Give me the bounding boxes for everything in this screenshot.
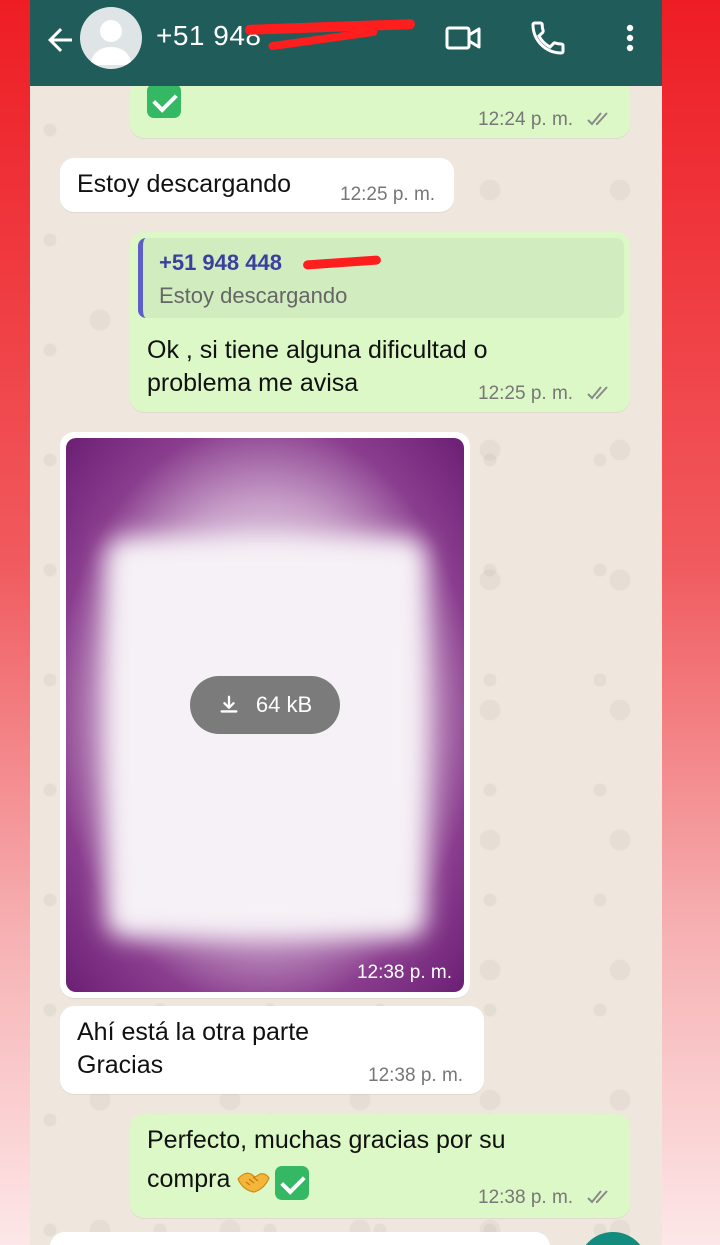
voice-call-icon[interactable] (528, 18, 568, 58)
message-bubble-outgoing[interactable]: Perfecto, muchas gracias por su compra 1… (130, 1114, 630, 1218)
quoted-message[interactable]: +51 948 448 Estoy descargando (138, 238, 624, 318)
message-bubble-incoming[interactable]: Estoy descargando 12:25 p. m. (60, 158, 454, 212)
delivered-ticks-icon (587, 112, 608, 126)
quoted-text: Estoy descargando (159, 283, 348, 308)
handshake-emoji-icon (237, 1172, 270, 1193)
back-arrow-icon[interactable] (42, 22, 78, 58)
check-mark-emoji-icon (275, 1165, 310, 1200)
message-line-with-emoji: compra (147, 1163, 310, 1200)
message-time: 12:25 p. m. (478, 383, 574, 404)
blurred-image-preview (106, 538, 426, 938)
message-bubble-incoming[interactable]: Ahí está la otra parte Gracias 12:38 p. … (60, 1006, 484, 1094)
message-time: 12:24 p. m. (478, 109, 574, 130)
delivered-ticks-icon (587, 1190, 608, 1204)
check-mark-emoji-icon (147, 84, 181, 118)
message-time: 12:38 p. m. (368, 1065, 464, 1086)
message-text: compra (147, 1165, 231, 1193)
message-bubble-incoming-image[interactable]: 64 kB 12:38 p. m. (60, 432, 470, 998)
chat-screen: +51 948 12:24 p. m. Estoy descargando 12… (30, 0, 662, 1245)
message-text: Ahí está la otra parte (77, 1018, 310, 1046)
download-size: 64 kB (255, 692, 313, 717)
download-button[interactable]: 64 kB (190, 676, 340, 734)
more-options-icon[interactable] (610, 18, 650, 58)
delivered-ticks-icon (587, 386, 608, 400)
message-time: 12:38 p. m. (478, 1187, 574, 1208)
message-text: Perfecto, muchas gracias por su (147, 1126, 506, 1154)
redaction-mark (244, 19, 416, 35)
message-input-bar[interactable] (50, 1232, 550, 1245)
message-bubble-outgoing[interactable]: 12:24 p. m. (130, 80, 630, 138)
message-text: Ok , si tiene alguna dificultad o (147, 336, 488, 364)
quoted-sender: +51 948 448 (159, 250, 282, 275)
message-time: 12:38 p. m. (356, 962, 452, 983)
download-icon (220, 695, 238, 713)
video-call-icon[interactable] (444, 18, 484, 58)
contact-avatar[interactable] (80, 7, 142, 69)
chat-header: +51 948 (30, 0, 662, 86)
message-text: problema me avisa (147, 369, 359, 397)
image-attachment[interactable]: 64 kB 12:38 p. m. (66, 438, 464, 992)
message-text: Gracias (77, 1051, 164, 1079)
contact-name[interactable]: +51 948 (156, 20, 262, 52)
message-bubble-outgoing-reply[interactable]: +51 948 448 Estoy descargando Ok , si ti… (130, 232, 630, 412)
default-avatar-icon (90, 20, 132, 65)
message-time: 12:25 p. m. (340, 184, 436, 205)
message-text: Estoy descargando (77, 170, 292, 198)
redaction-mark (302, 255, 382, 270)
